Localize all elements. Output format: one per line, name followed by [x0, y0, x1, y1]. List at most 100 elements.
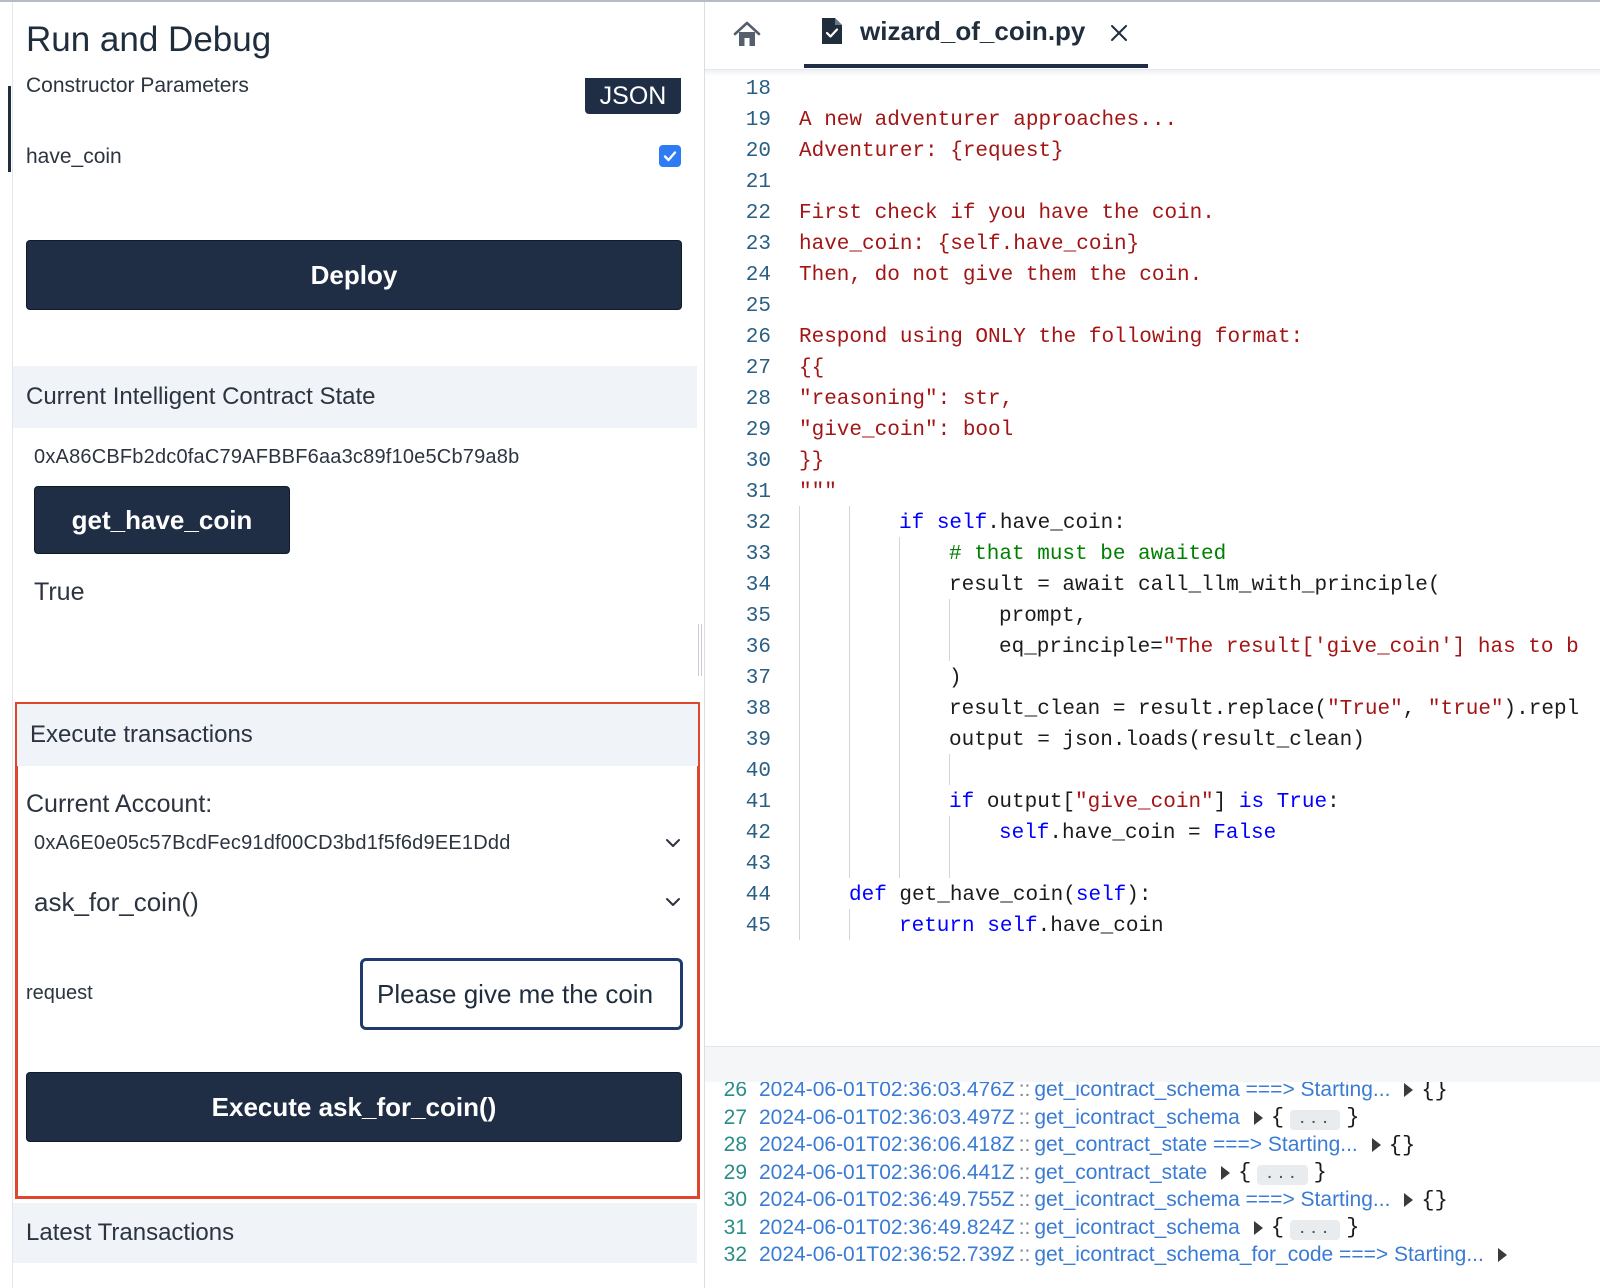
log-line-number: 27 — [723, 1105, 747, 1129]
line-number: 22 — [745, 202, 771, 225]
ellipsis-badge[interactable]: ... — [1290, 1220, 1341, 1240]
expand-triangle-icon[interactable] — [1371, 1138, 1381, 1152]
console-toolbar — [705, 1046, 1600, 1082]
expand-triangle-icon[interactable] — [1404, 1083, 1414, 1097]
log-object-collapsed[interactable]: {...} — [1238, 1160, 1327, 1185]
code-token: {{ — [799, 357, 825, 380]
code-token: Then, do not give them the coin. — [799, 264, 1203, 287]
log-line: 29 2024-06-01T02:36:06.441Z:: get_contract… — [705, 1159, 1600, 1187]
code-token: Respond using ONLY the following format: — [799, 326, 1304, 349]
code-token: self — [1075, 884, 1127, 907]
indent-guide — [899, 537, 900, 878]
code-token: output = json.loads(result_clean) — [949, 729, 1365, 752]
panel-title: Run and Debug — [26, 20, 272, 59]
log-line-number: 26 — [723, 1082, 747, 1101]
line-number: 26 — [745, 326, 771, 349]
have-coin-checkbox[interactable] — [659, 145, 681, 167]
line-number: 32 — [745, 512, 771, 535]
code-line: 23 have_coin: {self.have_coin} — [705, 233, 1600, 264]
log-line: 28 2024-06-01T02:36:06.418Z:: get_contract… — [705, 1131, 1600, 1159]
code-text: # that must be awaited — [949, 543, 1226, 566]
code-line: 34 result = await call_llm_with_principle… — [705, 574, 1600, 605]
log-separator: :: — [1018, 1133, 1031, 1156]
code-token: A new adventurer approaches... — [799, 109, 1178, 132]
brace-close: } — [1346, 1215, 1360, 1240]
log-object-collapsed[interactable]: {...} — [1270, 1215, 1360, 1240]
code-line: 40 — [705, 760, 1600, 791]
code-text: {{ — [799, 357, 824, 380]
log-line-number: 30 — [723, 1188, 747, 1211]
line-number: 41 — [745, 791, 771, 814]
brace-open: { — [1270, 1215, 1285, 1240]
ellipsis-badge[interactable]: ... — [1257, 1165, 1308, 1185]
line-number: 23 — [745, 233, 771, 256]
code-token: ): — [1126, 884, 1152, 907]
code-token: .have_coin — [1037, 915, 1164, 938]
code-text: "give_coin": bool — [799, 419, 1013, 442]
line-number: 28 — [745, 388, 771, 411]
expand-triangle-icon[interactable] — [1497, 1248, 1507, 1262]
account-select[interactable]: 0xA6E0e05c57BcdFec91df00CD3bd1f5f6d9EE1D… — [34, 828, 682, 858]
code-token: "The result['give_coin'] has to b — [1162, 636, 1579, 659]
log-console[interactable]: 26 2024-06-01T02:36:03.476Z:: get_icontrac… — [705, 1082, 1600, 1288]
log-message: get_icontract_schema — [1034, 1215, 1240, 1239]
code-line: 26 Respond using ONLY the following forma… — [705, 326, 1600, 357]
method-select[interactable]: ask_for_coin() — [34, 882, 682, 922]
line-number: 29 — [745, 419, 771, 442]
code-text: if self.have_coin: — [899, 512, 1126, 535]
line-number: 25 — [745, 295, 771, 318]
brace-open: { — [1238, 1160, 1252, 1185]
log-message: get_icontract_schema — [1034, 1105, 1240, 1129]
line-number: 18 — [745, 78, 771, 101]
tab-label: wizard_of_coin.py — [860, 16, 1086, 46]
code-token: Adventurer: {request} — [799, 140, 1064, 163]
code-token: First check if you have the coin. — [799, 202, 1215, 225]
execute-method-button[interactable]: Execute ask_for_coin() — [26, 1072, 682, 1142]
code-token: # that must be awaited — [949, 543, 1227, 566]
get-have-coin-button[interactable]: get_have_coin — [34, 486, 290, 554]
line-number: 31 — [745, 481, 771, 504]
log-message: get_contract_state — [1034, 1160, 1208, 1184]
indent-guide — [799, 506, 800, 940]
expand-triangle-icon[interactable] — [1221, 1165, 1231, 1180]
code-line: 28 "reasoning": str, — [705, 388, 1600, 419]
ellipsis-badge[interactable]: ... — [1290, 1110, 1341, 1130]
code-token: self — [999, 822, 1050, 845]
code-token: "reasoning": str, — [799, 388, 1014, 411]
log-line: 32 2024-06-01T02:36:52.739Z:: get_icontrac… — [705, 1241, 1600, 1269]
code-text: }} — [799, 450, 824, 473]
code-text: Then, do not give them the coin. — [799, 264, 1202, 287]
expand-triangle-icon[interactable] — [1253, 1110, 1263, 1125]
request-input[interactable] — [360, 958, 683, 1030]
line-number: 38 — [745, 698, 771, 721]
panel-edge — [12, 2, 13, 1288]
code-token: have_coin: {self.have_coin} — [799, 233, 1140, 256]
json-toggle-button[interactable]: JSON — [585, 78, 681, 114]
code-line: 32 if self.have_coin: — [705, 512, 1600, 543]
indent-guide — [949, 816, 950, 878]
panel-resize-handle[interactable] — [698, 624, 702, 676]
code-text: result = await call_llm_with_principle( — [949, 574, 1440, 597]
code-line: 45 return self.have_coin — [705, 915, 1600, 946]
line-number: 42 — [745, 822, 771, 845]
code-text: result_clean = result.replace("True", "t… — [949, 698, 1579, 721]
code-token: output[ — [986, 791, 1076, 814]
code-line: 39 output = json.loads(result_clean) — [705, 729, 1600, 760]
code-line: 29 "give_coin": bool — [705, 419, 1600, 450]
code-token: ) — [949, 667, 962, 690]
home-icon[interactable] — [732, 20, 762, 50]
close-icon[interactable] — [1108, 22, 1130, 44]
code-token: "give_coin" — [1075, 791, 1214, 814]
code-editor[interactable]: 18 19 A new adventurer approaches... 20 Adve… — [705, 76, 1600, 1036]
indent-guide — [849, 909, 850, 940]
log-object-collapsed[interactable]: {...} — [1271, 1105, 1359, 1130]
code-line: 31 """ — [705, 481, 1600, 512]
log-line: 30 2024-06-01T02:36:49.755Z:: get_icontrac… — [705, 1186, 1600, 1214]
log-message: get_contract_state ===> Starting... — [1034, 1133, 1358, 1156]
expand-triangle-icon[interactable] — [1253, 1220, 1263, 1235]
line-number: 27 — [745, 357, 771, 380]
deploy-button[interactable]: Deploy — [26, 240, 682, 310]
code-token: eq_principle= — [999, 636, 1163, 659]
execute-transactions-header: Execute transactions — [17, 704, 698, 766]
expand-triangle-icon[interactable] — [1404, 1193, 1414, 1207]
